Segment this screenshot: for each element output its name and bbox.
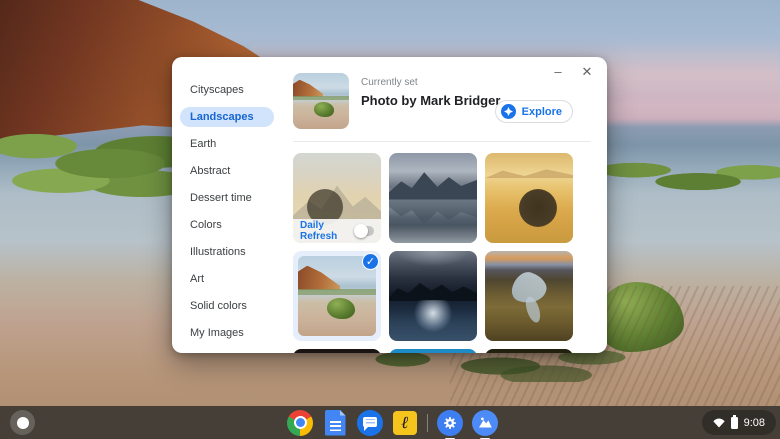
shelf: ℓ (0, 406, 780, 439)
wallpaper-tile-olive[interactable] (485, 349, 573, 353)
wallpaper-tile-dusk-hills[interactable] (485, 251, 573, 341)
daily-refresh-bar: Daily Refresh (293, 219, 381, 243)
launcher-button[interactable] (10, 410, 35, 435)
tile-art (485, 349, 573, 353)
sidebar-item-art[interactable]: Art (180, 269, 274, 289)
art-shape (389, 274, 477, 301)
explore-button-label: Explore (522, 106, 562, 118)
beach-art (293, 73, 349, 129)
sidebar-item-solid-colors[interactable]: Solid colors (180, 296, 274, 316)
explore-icon (501, 104, 516, 119)
chrome-app-button[interactable] (287, 410, 313, 436)
chrome-icon (287, 410, 313, 436)
wallpaper-seaweed-right (598, 154, 780, 200)
currently-set-header: Currently set Photo by Mark Bridger Expl… (293, 73, 591, 129)
wallpaper-grid: Daily Refresh (293, 153, 591, 353)
wallpaper-tile-blue[interactable] (389, 349, 477, 353)
art-shape (293, 80, 323, 97)
art-shape (389, 251, 477, 273)
wallpaper-moss-left (0, 126, 190, 198)
daily-refresh-toggle[interactable] (355, 226, 374, 236)
art-shape (293, 96, 349, 100)
currently-set-label: Currently set (361, 77, 500, 88)
wallpaper-tile-dark[interactable] (293, 349, 381, 353)
art-shape (327, 298, 355, 320)
sidebar-item-dessert-time[interactable]: Dessert time (180, 188, 274, 208)
photo-title: Photo by Mark Bridger (361, 93, 500, 108)
close-icon[interactable]: ✕ (579, 63, 595, 81)
tile-art (485, 251, 573, 341)
clock: 9:08 (744, 417, 765, 429)
tile-art (389, 153, 477, 243)
tile-art (485, 153, 573, 243)
art-shape (389, 300, 477, 341)
status-tray[interactable]: 9:08 (702, 410, 776, 435)
header-divider (293, 141, 591, 142)
current-wallpaper-thumbnail (293, 73, 349, 129)
wallpaper-app-button[interactable] (472, 410, 498, 436)
wallpaper-tile-mountains-reflection[interactable] (389, 153, 477, 243)
sidebar-item-colors[interactable]: Colors (180, 215, 274, 235)
settings-app-button[interactable] (437, 410, 463, 436)
tile-art (389, 349, 477, 353)
wallpaper-tile-golden-sunset[interactable] (485, 153, 573, 243)
chromeos-desktop: – ✕ Cityscapes Landscapes Earth Abstract… (0, 0, 780, 439)
docs-icon (325, 410, 346, 436)
l-app-button[interactable]: ℓ (392, 410, 418, 436)
l-glyph: ℓ (401, 413, 408, 433)
docs-app-button[interactable] (322, 410, 348, 436)
art-shape (298, 266, 340, 290)
art-shape (389, 225, 477, 243)
art-shape (298, 289, 376, 295)
art-shape (485, 167, 573, 178)
art-shape (389, 169, 477, 200)
sidebar-item-abstract[interactable]: Abstract (180, 161, 274, 181)
l-app-icon: ℓ (393, 411, 417, 435)
wallpaper-content: Currently set Photo by Mark Bridger Expl… (284, 57, 607, 353)
settings-gear-icon (437, 410, 463, 436)
art-shape (523, 295, 543, 324)
messages-app-button[interactable] (357, 410, 383, 436)
chat-bubble-icon (363, 417, 377, 427)
wallpaper-tile-night-lake[interactable] (389, 251, 477, 341)
tile-art (293, 349, 381, 353)
wallpaper-tile-beach-cliffs-selected[interactable]: ✓ (293, 251, 381, 341)
battery-icon (731, 417, 738, 429)
tile-art (389, 251, 477, 341)
sidebar-item-cityscapes[interactable]: Cityscapes (180, 80, 274, 100)
selected-check-icon: ✓ (362, 253, 379, 270)
sidebar-item-illustrations[interactable]: Illustrations (180, 242, 274, 262)
window-controls: – ✕ (550, 63, 595, 81)
wallpaper-picker-window: – ✕ Cityscapes Landscapes Earth Abstract… (172, 57, 607, 353)
shelf-apps: ℓ (287, 406, 498, 439)
minimize-icon[interactable]: – (550, 63, 566, 81)
category-sidebar: Cityscapes Landscapes Earth Abstract Des… (172, 57, 284, 353)
toggle-knob (354, 224, 368, 238)
messages-icon (357, 410, 383, 436)
docs-fold-icon (340, 410, 346, 416)
shelf-separator (427, 414, 428, 432)
explore-button[interactable]: Explore (495, 100, 573, 123)
current-wallpaper-info: Currently set Photo by Mark Bridger (361, 73, 500, 129)
art-shape (389, 200, 477, 227)
art-shape (519, 189, 557, 227)
sidebar-item-earth[interactable]: Earth (180, 134, 274, 154)
wifi-icon (713, 418, 725, 428)
daily-refresh-label: Daily Refresh (300, 220, 355, 242)
launcher-icon (17, 417, 29, 429)
wallpaper-mountain-icon (472, 410, 498, 436)
docs-lines-icon (330, 421, 341, 431)
sidebar-item-my-images[interactable]: My Images (180, 323, 274, 343)
art-shape (314, 102, 334, 117)
sidebar-item-landscapes[interactable]: Landscapes (180, 107, 274, 127)
wallpaper-tile-daily-refresh[interactable]: Daily Refresh (293, 153, 381, 243)
